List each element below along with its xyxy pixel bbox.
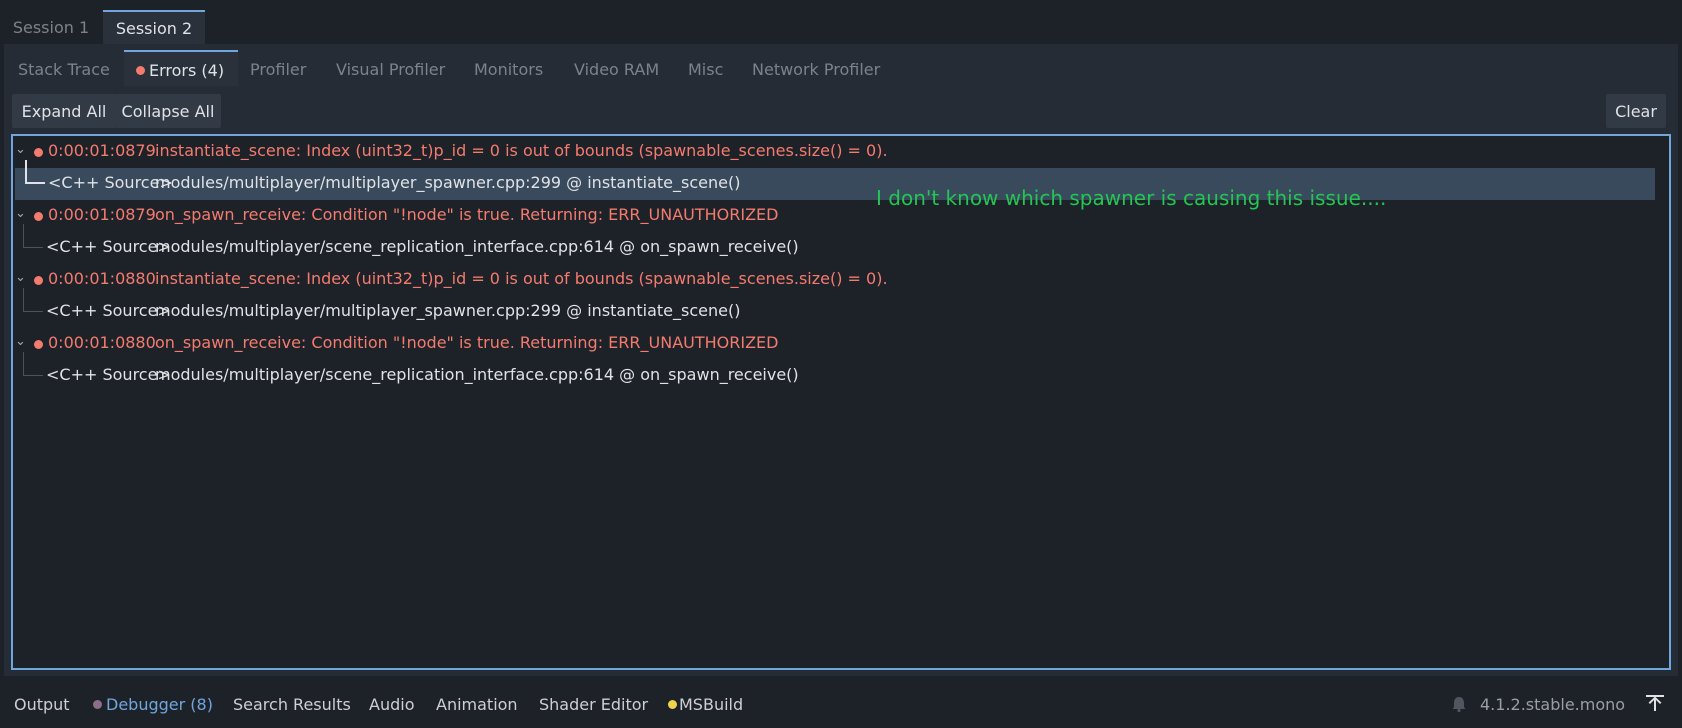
source-path: modules/multiplayer/multiplayer_spawner.… <box>155 301 741 320</box>
chevron-down-icon[interactable]: ⌄ <box>15 334 26 349</box>
tab-label: Stack Trace <box>18 59 110 79</box>
version-label: 4.1.2.stable.mono <box>1450 684 1625 724</box>
debugger-subtabs: Stack Trace Errors (4) Profiler Visual P… <box>4 50 1678 86</box>
tab-output[interactable]: Output <box>14 684 70 724</box>
expand-all-button[interactable]: Expand All <box>12 94 116 128</box>
tab-label: Monitors <box>474 59 544 79</box>
tree-guide <box>23 352 43 376</box>
tab-misc[interactable]: Misc <box>688 50 723 86</box>
source-row[interactable]: <C++ Source> modules/multiplayer/multipl… <box>13 288 1669 328</box>
tab-stack-trace[interactable]: Stack Trace <box>18 50 110 86</box>
tab-label: Shader Editor <box>539 694 649 714</box>
tab-label: Misc <box>688 59 724 79</box>
error-time: 0:00:01:0879 <box>48 205 156 224</box>
tab-profiler[interactable]: Profiler <box>250 50 306 86</box>
error-dot-icon <box>34 276 43 285</box>
error-time: 0:00:01:0880 <box>48 269 156 288</box>
tree-guide <box>25 160 45 184</box>
tab-visual-profiler[interactable]: Visual Profiler <box>336 50 445 86</box>
error-time: 0:00:01:0879 <box>48 141 156 160</box>
annotation-text: I don't know which spawner is causing th… <box>876 186 1387 210</box>
session-tabs: Session 1 Session 2 <box>0 0 1682 44</box>
tab-label: Debugger (8) <box>106 694 213 714</box>
source-row[interactable]: <C++ Source> modules/multiplayer/scene_r… <box>13 352 1669 392</box>
expand-panel-icon[interactable] <box>1644 692 1666 714</box>
debugger-window: Session 1 Session 2 Stack Trace Errors (… <box>0 0 1682 728</box>
tab-label: Visual Profiler <box>336 59 446 79</box>
tab-label: Errors (4) <box>149 60 225 80</box>
tab-search-results[interactable]: Search Results <box>233 684 351 724</box>
tab-session-2[interactable]: Session 2 <box>103 10 205 44</box>
error-time: 0:00:01:0880 <box>48 333 156 352</box>
tab-monitors[interactable]: Monitors <box>474 50 543 86</box>
source-label: <C++ Source> <box>46 237 171 256</box>
source-path: modules/multiplayer/scene_replication_in… <box>155 365 799 384</box>
debugger-dot-icon <box>93 699 102 709</box>
version-text: 4.1.2.stable.mono <box>1480 694 1626 714</box>
collapse-all-button[interactable]: Collapse All <box>115 94 221 128</box>
error-row[interactable]: ⌄ 0:00:01:0879 on_spawn_receive: Conditi… <box>13 200 1669 232</box>
error-dot-icon <box>34 212 43 221</box>
tab-errors[interactable]: Errors (4) <box>124 50 239 86</box>
debugger-panel: Stack Trace Errors (4) Profiler Visual P… <box>4 44 1678 676</box>
tab-label: Animation <box>436 694 518 714</box>
tree-guide <box>23 288 43 312</box>
tab-msbuild[interactable]: MSBuild <box>668 684 743 724</box>
error-row[interactable]: ⌄ 0:00:01:0879 instantiate_scene: Index … <box>13 136 1669 168</box>
errors-tree[interactable]: ⌄ 0:00:01:0879 instantiate_scene: Index … <box>11 134 1671 670</box>
tab-session-1[interactable]: Session 1 <box>2 10 100 44</box>
bottom-panel-tabs: Output Debugger (8) Search Results Audio… <box>0 684 1682 728</box>
tab-animation[interactable]: Animation <box>436 684 518 724</box>
error-row[interactable]: ⌄ 0:00:01:0880 on_spawn_receive: Conditi… <box>13 328 1669 360</box>
error-dot-icon <box>136 65 145 75</box>
source-label: <C++ Source> <box>46 301 171 320</box>
source-path: modules/multiplayer/multiplayer_spawner.… <box>155 173 741 192</box>
error-message: instantiate_scene: Index (uint32_t)p_id … <box>155 269 888 288</box>
tab-label: Search Results <box>233 694 351 714</box>
tab-label: Session 1 <box>12 17 90 37</box>
tab-debugger[interactable]: Debugger (8) <box>93 684 213 724</box>
chevron-down-icon[interactable]: ⌄ <box>15 270 26 285</box>
clear-button[interactable]: Clear <box>1606 94 1666 128</box>
tab-video-ram[interactable]: Video RAM <box>574 50 659 86</box>
error-message: on_spawn_receive: Condition "!node" is t… <box>155 205 779 224</box>
tab-shader-editor[interactable]: Shader Editor <box>539 684 648 724</box>
error-dot-icon <box>34 148 43 157</box>
error-dot-icon <box>34 340 43 349</box>
tab-audio[interactable]: Audio <box>369 684 414 724</box>
tab-label: MSBuild <box>679 694 744 714</box>
source-path: modules/multiplayer/scene_replication_in… <box>155 237 799 256</box>
tab-label: Network Profiler <box>752 59 881 79</box>
tab-label: Session 2 <box>115 18 193 38</box>
source-label: <C++ Source> <box>46 365 171 384</box>
error-message: on_spawn_receive: Condition "!node" is t… <box>155 333 779 352</box>
error-message: instantiate_scene: Index (uint32_t)p_id … <box>155 141 888 160</box>
bell-icon[interactable] <box>1450 695 1468 713</box>
tree-guide <box>23 224 43 248</box>
error-row[interactable]: ⌄ 0:00:01:0880 instantiate_scene: Index … <box>13 264 1669 296</box>
msbuild-dot-icon <box>668 699 677 709</box>
chevron-down-icon[interactable]: ⌄ <box>15 142 26 157</box>
source-row[interactable]: <C++ Source> modules/multiplayer/scene_r… <box>13 224 1669 264</box>
tab-label: Video RAM <box>574 59 660 79</box>
tab-label: Profiler <box>250 59 307 79</box>
tab-label: Output <box>14 694 70 714</box>
tab-label: Audio <box>369 694 415 714</box>
tab-network-profiler[interactable]: Network Profiler <box>752 50 880 86</box>
chevron-down-icon[interactable]: ⌄ <box>15 206 26 221</box>
source-row[interactable]: <C++ Source> modules/multiplayer/multipl… <box>15 160 1655 200</box>
